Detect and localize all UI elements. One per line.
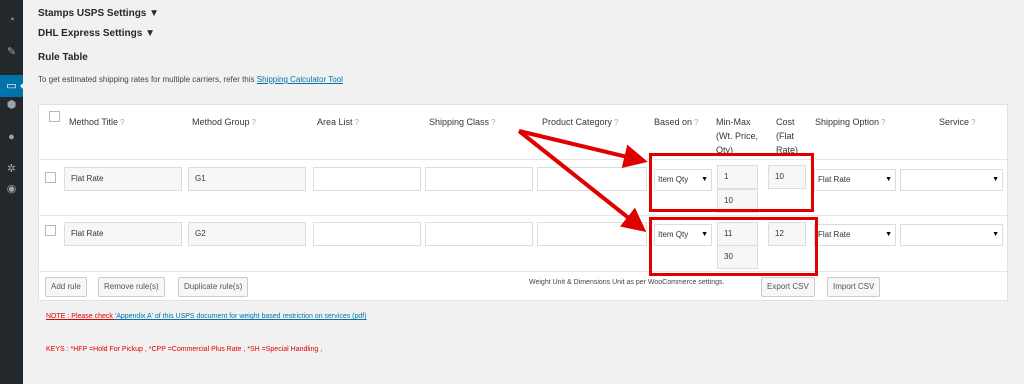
chevron-down-icon: ▼ bbox=[992, 176, 999, 183]
pin-icon[interactable]: ✎ bbox=[5, 46, 18, 59]
stamps-usps-settings-toggle[interactable]: Stamps USPS Settings ▼ bbox=[38, 8, 159, 19]
note-label: NOTE : Please check bbox=[46, 313, 115, 320]
admin-sidebar: ◔ ✎ ▭ ⬢ ● ✲ ◉ bbox=[0, 0, 24, 384]
row-2-based-on-select[interactable]: Item Qty ▼ bbox=[654, 224, 712, 246]
row-1-product-category-input[interactable] bbox=[537, 167, 647, 191]
row-2-area-list-input[interactable] bbox=[313, 222, 421, 246]
help-icon[interactable]: ? bbox=[355, 118, 359, 127]
row-2-max-input[interactable]: 30 bbox=[717, 245, 758, 269]
help-icon[interactable]: ? bbox=[971, 118, 975, 127]
row-divider bbox=[39, 271, 1007, 272]
row-2-service-select[interactable]: ▼ bbox=[900, 224, 1003, 246]
select-all-checkbox[interactable] bbox=[49, 111, 60, 122]
row-1-method-title-input[interactable]: Flat Rate bbox=[64, 167, 182, 191]
play-icon[interactable]: ◉ bbox=[5, 183, 18, 196]
row-1-shipping-class-input[interactable] bbox=[425, 167, 533, 191]
usps-appendix-link[interactable]: 'Appendix A' of this USPS document for w… bbox=[115, 313, 367, 320]
row-2-method-group-input[interactable]: G2 bbox=[188, 222, 306, 246]
chevron-down-icon: ▼ bbox=[701, 231, 708, 238]
chevron-down-icon: ▼ bbox=[885, 176, 892, 183]
row-1-max-input[interactable]: 10 bbox=[717, 189, 758, 213]
help-icon[interactable]: ? bbox=[694, 118, 698, 127]
row-1-cost-input[interactable]: 10 bbox=[768, 165, 806, 189]
dhl-express-settings-toggle[interactable]: DHL Express Settings ▼ bbox=[38, 28, 155, 39]
help-icon[interactable]: ? bbox=[491, 118, 495, 127]
settings-icon[interactable]: ✲ bbox=[5, 163, 18, 176]
row-1-method-group-input[interactable]: G1 bbox=[188, 167, 306, 191]
help-icon[interactable]: ? bbox=[252, 118, 256, 127]
intro-label: To get estimated shipping rates for mult… bbox=[38, 75, 257, 84]
row-2-method-title-input[interactable]: Flat Rate bbox=[64, 222, 182, 246]
header-min-max: Min-Max (Wt. Price, Qty) bbox=[716, 117, 758, 155]
row-divider bbox=[39, 215, 1007, 216]
header-method-title: Method Title? bbox=[69, 117, 125, 127]
rule-table-heading: Rule Table bbox=[38, 52, 88, 63]
header-service: Service? bbox=[939, 117, 976, 127]
package-icon[interactable]: ⬢ bbox=[5, 99, 18, 112]
note-line: NOTE : Please check 'Appendix A' of this… bbox=[46, 313, 367, 320]
chevron-down-icon: ▼ bbox=[701, 176, 708, 183]
export-csv-button[interactable]: Export CSV bbox=[761, 277, 815, 297]
header-based-on: Based on? bbox=[654, 117, 699, 127]
row-1-based-on-select[interactable]: Item Qty ▼ bbox=[654, 169, 712, 191]
settings-content: Stamps USPS Settings ▼ DHL Express Setti… bbox=[38, 0, 1024, 384]
chevron-down-icon: ▼ bbox=[992, 231, 999, 238]
rule-table: Method Title? Method Group? Area List? S… bbox=[38, 104, 1008, 301]
row-1-service-select[interactable]: ▼ bbox=[900, 169, 1003, 191]
shipping-calculator-link[interactable]: Shipping Calculator Tool bbox=[257, 75, 343, 84]
row-2-shipping-option-select[interactable]: Flat Rate ▼ bbox=[814, 224, 896, 246]
header-method-group: Method Group? bbox=[192, 117, 256, 127]
users-icon[interactable]: ● bbox=[5, 131, 18, 144]
remove-rules-button[interactable]: Remove rule(s) bbox=[98, 277, 165, 297]
import-csv-button[interactable]: Import CSV bbox=[827, 277, 881, 297]
header-product-category: Product Category? bbox=[542, 117, 619, 127]
intro-text: To get estimated shipping rates for mult… bbox=[38, 75, 343, 84]
row-2-min-input[interactable]: 11 bbox=[717, 222, 758, 246]
chat-icon[interactable]: ▭ bbox=[0, 75, 24, 97]
help-icon[interactable]: ? bbox=[614, 118, 618, 127]
add-rule-button[interactable]: Add rule bbox=[45, 277, 87, 297]
chevron-down-icon: ▼ bbox=[885, 231, 892, 238]
keys-legend: KEYS : *HFP =Hold For Pickup , *CPP =Com… bbox=[46, 346, 323, 353]
row-1-area-list-input[interactable] bbox=[313, 167, 421, 191]
help-icon[interactable]: ? bbox=[120, 118, 124, 127]
header-shipping-class: Shipping Class? bbox=[429, 117, 496, 127]
row-divider bbox=[39, 159, 1007, 160]
row-2-cost-input[interactable]: 12 bbox=[768, 222, 806, 246]
row-1-shipping-option-select[interactable]: Flat Rate ▼ bbox=[814, 169, 896, 191]
dashboard-icon[interactable]: ◔ bbox=[5, 14, 18, 27]
row-1-min-input[interactable]: 1 bbox=[717, 165, 758, 189]
weight-unit-note: Weight Unit & Dimensions Unit as per Woo… bbox=[529, 279, 725, 286]
header-cost: Cost (Flat Rate) bbox=[776, 117, 799, 155]
row-2-shipping-class-input[interactable] bbox=[425, 222, 533, 246]
duplicate-rules-button[interactable]: Duplicate rule(s) bbox=[178, 277, 249, 297]
header-shipping-option: Shipping Option? bbox=[815, 117, 886, 127]
header-area-list: Area List? bbox=[317, 117, 359, 127]
row-1-checkbox[interactable] bbox=[45, 172, 56, 183]
row-2-checkbox[interactable] bbox=[45, 225, 56, 236]
help-icon[interactable]: ? bbox=[881, 118, 885, 127]
row-2-product-category-input[interactable] bbox=[537, 222, 647, 246]
